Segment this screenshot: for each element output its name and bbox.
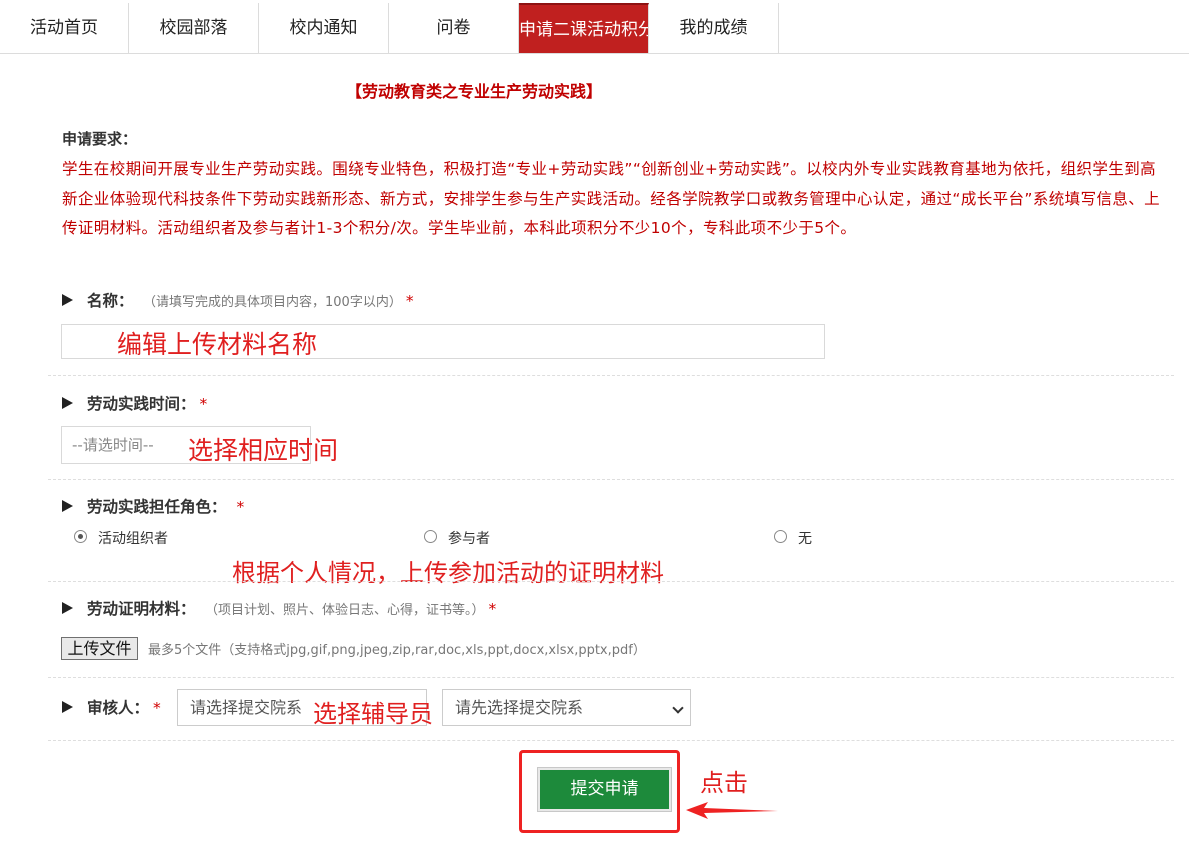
- divider: [48, 740, 1174, 741]
- top-nav: 活动首页 校园部落 校内通知 问卷 申请二课活动积分 我的成绩: [0, 0, 1189, 54]
- tab-campus-tribe[interactable]: 校园部落: [129, 3, 259, 53]
- annotation-click-note: 点击: [700, 769, 748, 797]
- triangle-right-icon: [62, 293, 73, 306]
- proof-hint: （项目计划、照片、体验日志、心得，证书等。）: [211, 603, 485, 618]
- tab-my-grades[interactable]: 我的成绩: [649, 3, 779, 53]
- divider: [48, 375, 1174, 376]
- radio-participant-label: 参与者: [448, 531, 490, 547]
- requirements-text: 学生在校期间开展专业生产劳动实践。围绕专业特色，积极打造“专业+劳动实践”“创新…: [62, 160, 1161, 237]
- required-mark: *: [153, 699, 161, 717]
- tab-campus-notice[interactable]: 校内通知: [259, 3, 389, 53]
- divider: [48, 581, 1174, 582]
- triangle-right-icon: [62, 499, 73, 512]
- name-field-label-row: 名称： （请填写完成的具体项目内容，100字以内） *: [62, 289, 414, 311]
- counselor-select-value: 请先选择提交院系: [455, 698, 584, 717]
- required-mark: *: [199, 395, 208, 413]
- time-field-label-row: 劳动实践时间： *: [62, 392, 207, 414]
- proof-label: 劳动证明材料：: [87, 600, 196, 618]
- radio-organizer-label: 活动组织者: [98, 531, 168, 547]
- annotation-proof-note: 根据个人情况，上传参加活动的证明材料: [232, 559, 664, 587]
- reviewer-label: 审核人：: [87, 699, 150, 717]
- counselor-select[interactable]: 请先选择提交院系: [442, 689, 691, 726]
- time-label: 劳动实践时间：: [87, 395, 196, 413]
- annotation-time-note: 选择相应时间: [188, 436, 339, 465]
- tab-apply-credits[interactable]: 申请二课活动积分: [519, 3, 649, 53]
- radio-none-label: 无: [798, 531, 812, 547]
- arrow-left-icon: [686, 802, 778, 819]
- role-field-label-row: 劳动实践担任角色： *: [62, 495, 244, 517]
- upload-file-button[interactable]: 上传文件: [61, 637, 138, 660]
- name-hint: （请填写完成的具体项目内容，100字以内）: [149, 295, 402, 310]
- reviewer-field-label-row: 审核人： *: [62, 696, 161, 718]
- divider: [48, 479, 1174, 480]
- chevron-down-icon: [672, 702, 684, 714]
- radio-participant[interactable]: [424, 530, 437, 543]
- role-label: 劳动实践担任角色：: [87, 498, 227, 516]
- radio-organizer[interactable]: [74, 530, 87, 543]
- submit-button[interactable]: 提交申请: [537, 767, 672, 812]
- required-mark: *: [236, 498, 245, 516]
- tab-activity-home[interactable]: 活动首页: [0, 3, 129, 53]
- tab-survey[interactable]: 问卷: [389, 3, 519, 53]
- triangle-right-icon: [62, 700, 73, 713]
- requirements-label: 申请要求：: [62, 130, 138, 148]
- name-label: 名称：: [87, 292, 134, 310]
- upload-hint: 最多5个文件（支持格式jpg,gif,png,jpeg,zip,rar,doc,…: [148, 643, 646, 658]
- triangle-right-icon: [62, 396, 73, 409]
- annotation-name-note: 编辑上传材料名称: [117, 330, 318, 359]
- proof-field-label-row: 劳动证明材料： （项目计划、照片、体验日志、心得，证书等。） *: [62, 597, 496, 619]
- radio-none[interactable]: [774, 530, 787, 543]
- form-title: 【劳动教育类之专业生产劳动实践】: [346, 82, 603, 101]
- required-mark: *: [488, 600, 497, 618]
- divider: [48, 677, 1174, 678]
- required-mark: *: [405, 292, 414, 310]
- triangle-right-icon: [62, 601, 73, 614]
- annotation-reviewer-note: 选择辅导员: [313, 700, 433, 728]
